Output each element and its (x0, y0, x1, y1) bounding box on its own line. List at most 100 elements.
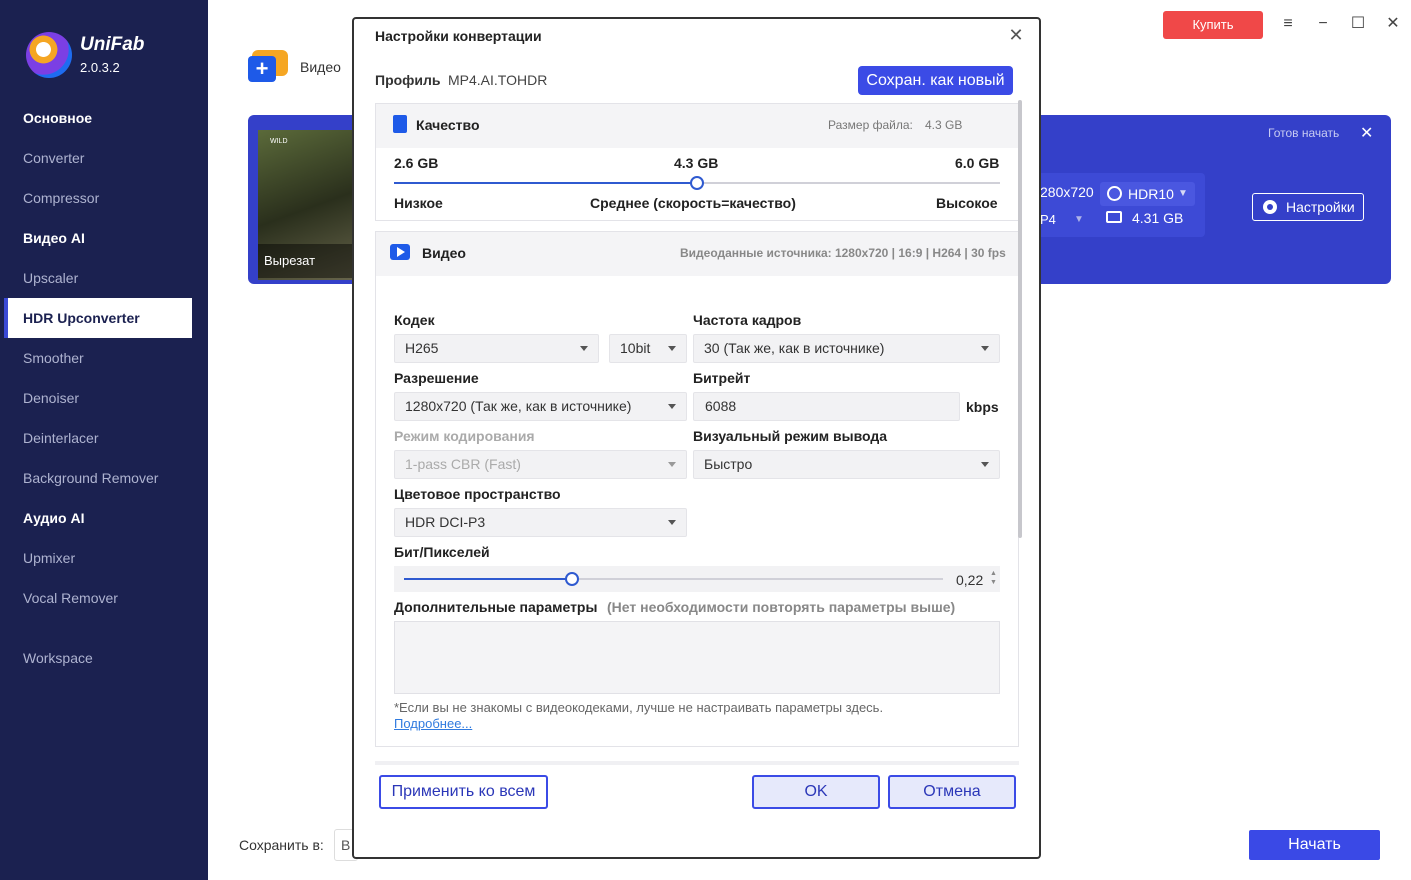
bpp-label: Бит/Пикселей (394, 544, 490, 560)
hdr-label: HDR10 (1128, 186, 1174, 202)
bpp-slider-thumb[interactable] (565, 572, 579, 586)
quality-max-label: 6.0 GB (955, 155, 1000, 171)
save-to-label: Сохранить в: (239, 837, 324, 853)
app-name: UniFab (80, 34, 145, 55)
encode-mode-label: Режим кодирования (394, 428, 535, 444)
settings-label: Настройки (1286, 199, 1355, 215)
video-title: Видео (422, 245, 466, 261)
encode-mode-select: 1-pass CBR (Fast) (394, 450, 687, 479)
bitrate-input[interactable]: 6088 (693, 392, 960, 421)
sidebar-item-upmixer[interactable]: Upmixer (23, 538, 75, 578)
add-video-button[interactable]: + (248, 46, 290, 82)
framerate-select[interactable]: 30 (Так же, как в источнике) (693, 334, 1000, 363)
sidebar-item-background-remover[interactable]: Background Remover (23, 458, 158, 498)
encode-mode-value: 1-pass CBR (Fast) (405, 456, 521, 472)
codec-select[interactable]: H265 (394, 334, 599, 363)
sidebar-item-smoother[interactable]: Smoother (23, 338, 84, 378)
chevron-down-icon (580, 346, 588, 351)
ready-status: Готов начать (1268, 126, 1340, 140)
chevron-down-icon (668, 520, 676, 525)
maximize-icon[interactable]: ☐ (1346, 12, 1370, 36)
codec-label: Кодек (394, 312, 435, 328)
chevron-down-icon (981, 346, 989, 351)
dialog-divider (375, 761, 1019, 765)
close-icon[interactable]: ✕ (1381, 12, 1405, 36)
output-size: 4.31 GB (1132, 210, 1184, 226)
visual-mode-label: Визуальный режим вывода (693, 428, 888, 444)
hdr-icon (1107, 186, 1122, 201)
chevron-down-icon (981, 462, 989, 467)
sidebar-item-upscaler[interactable]: Upscaler (23, 258, 78, 298)
bpp-spinner[interactable]: ▲ ▼ (990, 569, 997, 587)
visual-mode-value: Быстро (704, 456, 753, 472)
resolution-label: Разрешение (394, 370, 479, 386)
sidebar-section-main: Основное (23, 110, 93, 126)
bpp-value[interactable]: 0,22 (956, 572, 983, 588)
ok-button[interactable]: OK (752, 775, 880, 809)
profile-label: Профиль (375, 72, 441, 88)
play-icon (390, 244, 410, 260)
save-as-new-button[interactable]: Сохран. как новый (858, 66, 1013, 95)
menu-icon[interactable]: ≡ (1276, 12, 1300, 36)
sidebar-item-label: HDR Upconverter (23, 310, 140, 326)
chevron-down-icon (668, 346, 676, 351)
sidebar-item-hdr-upconverter[interactable]: HDR Upconverter (4, 298, 192, 338)
framerate-value: 30 (Так же, как в источнике) (704, 340, 885, 356)
resolution-value: 1280x720 (Так же, как в источнике) (405, 398, 632, 414)
source-info: Видеоданные источника: 1280x720 | 16:9 |… (680, 246, 1006, 260)
quality-low-label: Низкое (394, 195, 443, 211)
quality-min-label: 2.6 GB (394, 155, 439, 171)
settings-button[interactable]: Настройки (1252, 193, 1364, 221)
bpp-slider-fill (404, 578, 572, 580)
spin-down-icon[interactable]: ▼ (990, 578, 997, 587)
framerate-label: Частота кадров (693, 312, 802, 328)
chevron-down-icon (668, 404, 676, 409)
thumbnail-logo: WILD (270, 138, 288, 145)
resolution-select[interactable]: 1280x720 (Так же, как в источнике) (394, 392, 687, 421)
folder-icon (1106, 211, 1122, 223)
chevron-down-icon: ▼ (1074, 214, 1084, 225)
sidebar-item-compressor[interactable]: Compressor (23, 178, 99, 218)
sidebar-section-audio-ai: Аудио AI (23, 510, 85, 526)
bitrate-unit: kbps (966, 399, 999, 415)
visual-mode-select[interactable]: Быстро (693, 450, 1000, 479)
extra-params-note: (Нет необходимости повторять параметры в… (607, 599, 956, 615)
sidebar-item-deinterlacer[interactable]: Deinterlacer (23, 418, 98, 458)
colorspace-select[interactable]: HDR DCI-P3 (394, 508, 687, 537)
dialog-scrollbar[interactable] (1018, 100, 1022, 538)
codec-value: H265 (405, 340, 439, 356)
more-info-link[interactable]: Подробнее... (394, 716, 472, 731)
sidebar-item-vocal-remover[interactable]: Vocal Remover (23, 578, 118, 618)
start-button[interactable]: Начать (1249, 830, 1380, 860)
spin-up-icon[interactable]: ▲ (990, 569, 997, 578)
bitrate-label: Битрейт (693, 370, 751, 386)
quality-slider-fill (394, 182, 697, 184)
dialog-title: Настройки конвертации (375, 28, 542, 44)
file-size-value: 4.3 GB (925, 118, 963, 132)
extra-params-textarea[interactable] (394, 621, 1000, 694)
app-logo-icon (26, 32, 72, 78)
apply-to-all-button[interactable]: Применить ко всем (379, 775, 548, 809)
sidebar-item-converter[interactable]: Converter (23, 138, 84, 178)
add-video-label[interactable]: Видео (300, 59, 341, 75)
quality-mid-label: 4.3 GB (674, 155, 719, 171)
cancel-button[interactable]: Отмена (888, 775, 1016, 809)
minimize-icon[interactable]: − (1311, 12, 1335, 36)
output-format[interactable]: P4 (1040, 212, 1056, 227)
codec-hint: *Если вы не знакомы с видеокодеками, луч… (394, 700, 884, 715)
chevron-down-icon: ▼ (1178, 188, 1188, 199)
bitdepth-select[interactable]: 10bit (609, 334, 687, 363)
dialog-close-icon[interactable]: ✕ (1006, 25, 1026, 45)
output-resolution: 280x720 (1040, 184, 1094, 200)
sidebar-item-workspace[interactable]: Workspace (23, 638, 93, 678)
profile-value: MP4.AI.TOHDR (448, 72, 548, 88)
buy-button[interactable]: Купить (1163, 11, 1263, 39)
sidebar-item-denoiser[interactable]: Denoiser (23, 378, 79, 418)
plus-icon: + (248, 56, 276, 82)
sidebar-section-video-ai: Видео AI (23, 230, 85, 246)
gear-icon (1263, 200, 1277, 214)
quality-high-label: Высокое (936, 195, 998, 211)
quality-slider-thumb[interactable] (690, 176, 704, 190)
file-size-label: Размер файла: (828, 118, 913, 132)
task-close-icon[interactable]: ✕ (1360, 123, 1373, 143)
